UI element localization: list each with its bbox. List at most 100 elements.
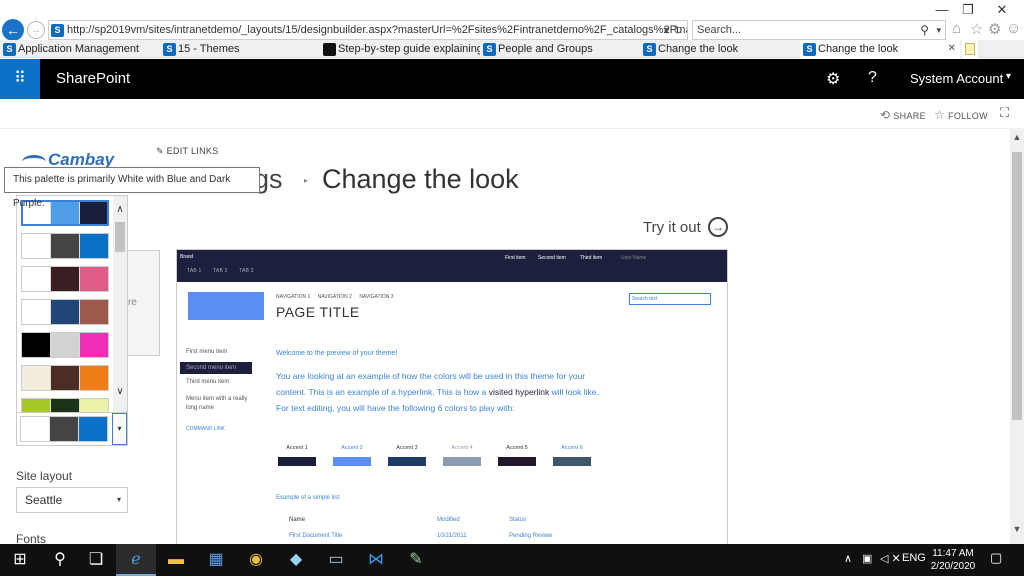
color-palette-list[interactable]: ∧ ∨ xyxy=(16,195,128,413)
new-tab-button[interactable] xyxy=(962,40,978,58)
network-icon[interactable]: ▣ xyxy=(862,552,872,565)
focus-on-content-icon[interactable]: ⛶ xyxy=(1000,105,1009,121)
tab-themes[interactable]: S 15 - Themes xyxy=(160,40,322,58)
tab-label: Application Management xyxy=(18,43,140,55)
back-button[interactable]: ← xyxy=(2,19,24,41)
volume-muted-icon[interactable]: ◁ ✕ xyxy=(880,552,901,565)
notifications-icon[interactable]: ▢ xyxy=(990,550,1002,566)
close-tab-icon[interactable]: ✕ xyxy=(948,40,956,58)
powershell-icon[interactable]: ◆ xyxy=(276,544,316,576)
palette-option[interactable] xyxy=(21,299,109,325)
chevron-down-icon[interactable]: ▾ xyxy=(112,413,127,445)
sharepoint-favicon-icon: S xyxy=(643,43,656,56)
tab-label: 15 - Themes xyxy=(178,43,240,55)
windows-taskbar: ⊞ ⚲ ❏ ℯ ▬ ▦ ◉ ◆ ▭ ⋈ ✎ ∧ ▣ ◁ ✕ ENG 11:47 … xyxy=(0,544,1024,576)
sharepoint-favicon-icon: S xyxy=(163,43,176,56)
background-image-panel[interactable]: re xyxy=(128,250,160,356)
swatch xyxy=(80,234,108,258)
tab-step-by-step-guide[interactable]: Step-by-step guide explaining ... xyxy=(320,40,480,58)
tab-people-and-groups[interactable]: S People and Groups xyxy=(480,40,640,58)
windows-start-icon[interactable]: ⊞ xyxy=(0,544,40,576)
suite-brand[interactable]: SharePoint xyxy=(56,70,130,87)
preview-column-header: Status xyxy=(509,517,527,523)
close-window-icon[interactable]: ✕ xyxy=(990,2,1014,18)
chrome-icon[interactable]: ◉ xyxy=(236,544,276,576)
account-name[interactable]: System Account xyxy=(910,71,1003,86)
smiley-icon[interactable]: ☺ xyxy=(1006,20,1021,37)
preview-cell: First Document Title xyxy=(289,533,343,539)
palette-scroll-thumb[interactable] xyxy=(115,222,125,252)
settings-gear-icon[interactable]: ⚙ xyxy=(826,69,840,89)
preview-accent-swatch xyxy=(388,457,426,466)
palette-option[interactable] xyxy=(21,266,109,292)
search-icon[interactable]: ⚲ xyxy=(40,544,80,576)
restore-icon[interactable]: ❐ xyxy=(956,2,980,18)
help-question-icon[interactable]: ? xyxy=(868,69,877,87)
chevron-up-icon[interactable]: ∧ xyxy=(844,552,852,565)
preview-brand: Brand xyxy=(180,254,194,260)
try-it-out-link[interactable]: Try it out xyxy=(643,219,701,236)
scroll-up-icon[interactable]: ▲ xyxy=(1010,132,1024,142)
palette-option[interactable] xyxy=(21,398,109,412)
home-icon[interactable]: ⌂ xyxy=(952,20,961,37)
page-scroll-thumb[interactable] xyxy=(1012,152,1022,420)
site-layout-value: Seattle xyxy=(25,493,63,507)
page-scrollbar[interactable]: ▲ ▼ xyxy=(1010,128,1024,544)
preview-tab: TAB 1 xyxy=(187,268,202,274)
tab-change-the-look[interactable]: S Change the look xyxy=(640,40,800,58)
file-explorer-icon[interactable]: ▬ xyxy=(156,544,196,576)
selected-palette-swatch xyxy=(20,416,108,442)
palette-select[interactable]: ▾ xyxy=(16,412,128,446)
browser-search-input[interactable]: Search... ⚲ ▾ xyxy=(692,20,946,40)
preview-nav-item: NAVIGATION 1 xyxy=(276,294,311,300)
minimize-icon[interactable]: — xyxy=(930,2,954,17)
system-clock[interactable]: 11:47 AM 2/20/2020 xyxy=(926,547,980,573)
swatch xyxy=(22,234,51,258)
favorites-star-icon[interactable]: ☆ xyxy=(970,20,983,38)
preview-menu-item: Menu item with a really long name xyxy=(186,396,248,411)
preview-accent-swatch xyxy=(498,457,536,466)
preview-accent-swatch xyxy=(443,457,481,466)
tab-change-the-look-active[interactable]: S Change the look ✕ xyxy=(800,40,960,58)
window-app-icon[interactable]: ▭ xyxy=(316,544,356,576)
chevron-down-icon[interactable]: ▾ xyxy=(936,21,941,39)
gear-icon[interactable]: ⚙ xyxy=(988,20,1001,38)
scroll-down-icon[interactable]: ▼ xyxy=(1010,524,1024,534)
visual-studio-code-icon[interactable]: ⋈ xyxy=(356,544,396,576)
arrow-right-circle-icon[interactable]: → xyxy=(708,217,728,237)
palette-option[interactable] xyxy=(21,233,109,259)
preview-column-header: Modified xyxy=(437,517,460,523)
preview-cell: 10/21/2011 xyxy=(437,533,467,539)
input-language[interactable]: ENG xyxy=(902,552,926,564)
follow-button[interactable]: ☆ FOLLOW xyxy=(934,108,988,122)
scroll-up-icon[interactable]: ∧ xyxy=(113,204,127,215)
site-layout-select[interactable]: Seattle ▾ xyxy=(16,487,128,513)
forward-button[interactable]: → xyxy=(27,21,45,39)
server-manager-icon[interactable]: ▦ xyxy=(196,544,236,576)
preview-accent-label: Accent 1 xyxy=(286,445,308,451)
palette-option[interactable] xyxy=(21,365,109,391)
tab-application-management[interactable]: S Application Management xyxy=(0,40,166,58)
star-icon: ☆ xyxy=(934,108,946,122)
search-icon[interactable]: ⚲ xyxy=(920,21,929,39)
internet-explorer-icon[interactable]: ℯ xyxy=(116,544,156,576)
chevron-down-icon[interactable]: ▾ xyxy=(1006,71,1011,82)
swatch xyxy=(51,234,80,258)
share-button[interactable]: ⟲ SHARE xyxy=(880,108,926,122)
app-launcher-waffle-icon[interactable]: ⠿ xyxy=(0,59,40,99)
palette-option[interactable] xyxy=(21,332,109,358)
paint-icon[interactable]: ✎ xyxy=(396,544,436,576)
address-bar[interactable]: S http://sp2019vm/sites/intranetdemo/_la… xyxy=(48,20,688,40)
preview-navigation: NAVIGATION 1 NAVIGATION 2 NAVIGATION 3 xyxy=(276,294,400,300)
task-view-icon[interactable]: ❏ xyxy=(76,544,116,576)
swatch xyxy=(80,267,108,291)
scroll-down-icon[interactable]: ∨ xyxy=(113,386,127,397)
palette-scrollbar[interactable]: ∧ ∨ xyxy=(113,196,127,412)
preview-tab: TAB 3 xyxy=(239,268,254,274)
preview-top-item: Third item xyxy=(580,255,603,261)
suite-bar: ⠿ SharePoint ⚙ ? System Account ▾ xyxy=(0,59,1024,99)
preview-tabs: TAB 1 TAB 2 TAB 3 xyxy=(187,268,264,274)
edit-links-button[interactable]: ✎ EDIT LINKS xyxy=(156,146,219,157)
refresh-icon[interactable]: ▾ ↻ xyxy=(664,21,683,39)
swatch xyxy=(22,366,51,390)
